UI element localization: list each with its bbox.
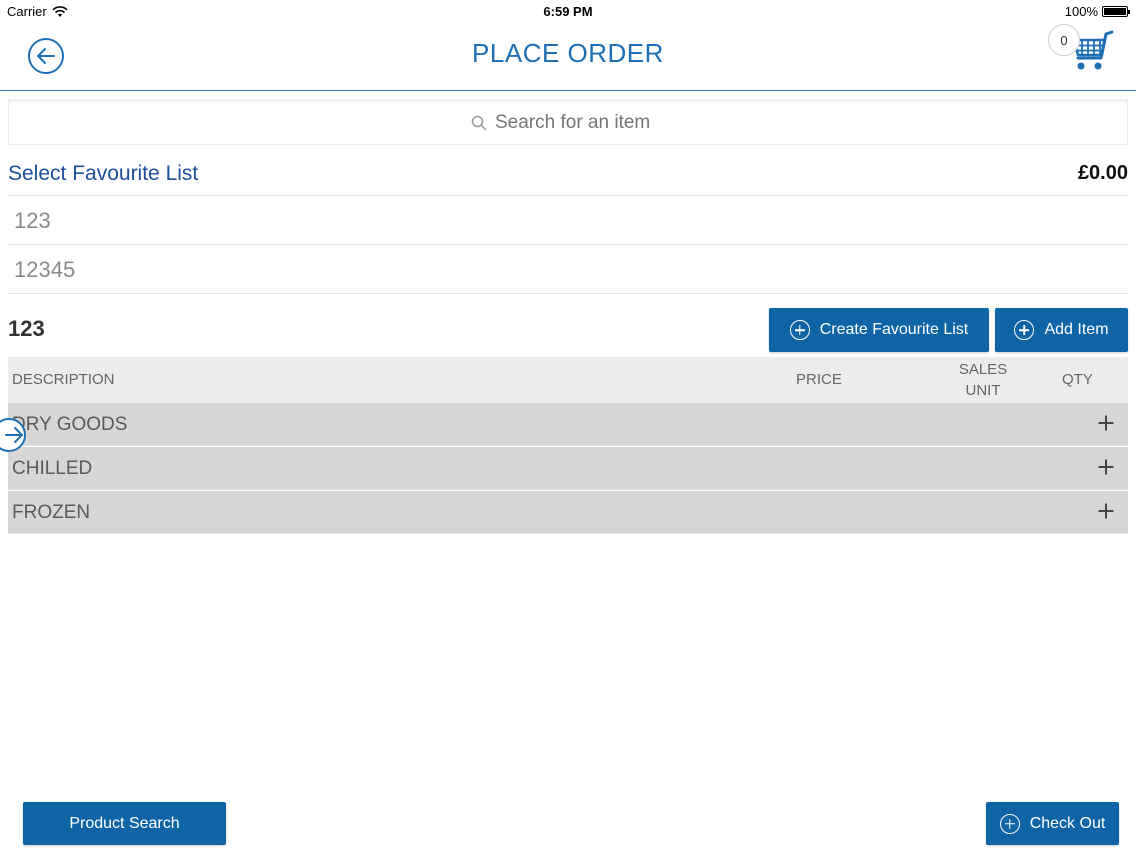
- create-favourite-list-label: Create Favourite List: [819, 321, 969, 338]
- nav-bar: PLACE ORDER 0: [0, 24, 1136, 91]
- category-row[interactable]: CHILLED: [8, 447, 1128, 490]
- plus-circle-icon: [999, 813, 1020, 834]
- check-out-label: Check Out: [1029, 814, 1106, 832]
- favourite-list-header: Select Favourite List £0.00: [8, 152, 1128, 196]
- favourite-list-item[interactable]: 12345: [8, 246, 1128, 294]
- column-header-sales-unit: SALES UNIT: [958, 361, 1008, 399]
- product-search-button[interactable]: Product Search: [23, 802, 226, 845]
- forward-arrow-icon: [5, 427, 23, 443]
- table-header: DESCRIPTION PRICE SALES UNIT QTY: [8, 357, 1128, 403]
- battery-icon: [1102, 6, 1130, 17]
- category-row[interactable]: FROZEN: [8, 491, 1128, 534]
- search-bar[interactable]: [8, 99, 1128, 145]
- plus-circle-icon: [1014, 320, 1035, 340]
- battery-percent: 100%: [1064, 4, 1098, 19]
- plus-icon[interactable]: [1098, 503, 1114, 519]
- category-label: CHILLED: [12, 458, 93, 479]
- search-input[interactable]: [495, 112, 665, 134]
- column-header-price: PRICE: [796, 371, 842, 388]
- product-search-label: Product Search: [69, 814, 180, 832]
- category-label: DRY GOODS: [12, 414, 128, 435]
- cart-count-badge: 0: [1048, 24, 1080, 56]
- category-label: FROZEN: [12, 502, 91, 523]
- column-header-qty: QTY: [1062, 371, 1093, 388]
- favourite-list-item[interactable]: 123: [8, 197, 1128, 245]
- search-icon: [471, 115, 487, 131]
- add-item-label: Add Item: [1044, 321, 1109, 338]
- page-title: PLACE ORDER: [472, 38, 664, 68]
- create-favourite-list-button[interactable]: Create Favourite List: [769, 308, 989, 352]
- favourite-list-title: Select Favourite List: [8, 161, 199, 185]
- category-row[interactable]: DRY GOODS: [8, 403, 1128, 446]
- status-bar: Carrier 6:59 PM 100%: [0, 0, 1136, 24]
- cart-button[interactable]: 0: [1048, 24, 1118, 84]
- plus-icon[interactable]: [1098, 459, 1114, 475]
- plus-circle-icon: [789, 320, 810, 340]
- selected-list-name: 123: [8, 316, 45, 341]
- add-item-button[interactable]: Add Item: [995, 308, 1128, 352]
- status-time: 6:59 PM: [543, 4, 593, 19]
- column-header-description: DESCRIPTION: [12, 371, 115, 388]
- plus-icon[interactable]: [1098, 415, 1114, 431]
- order-total: £0.00: [1077, 162, 1128, 184]
- battery-info: 100%: [1064, 4, 1130, 19]
- check-out-button[interactable]: Check Out: [986, 802, 1119, 845]
